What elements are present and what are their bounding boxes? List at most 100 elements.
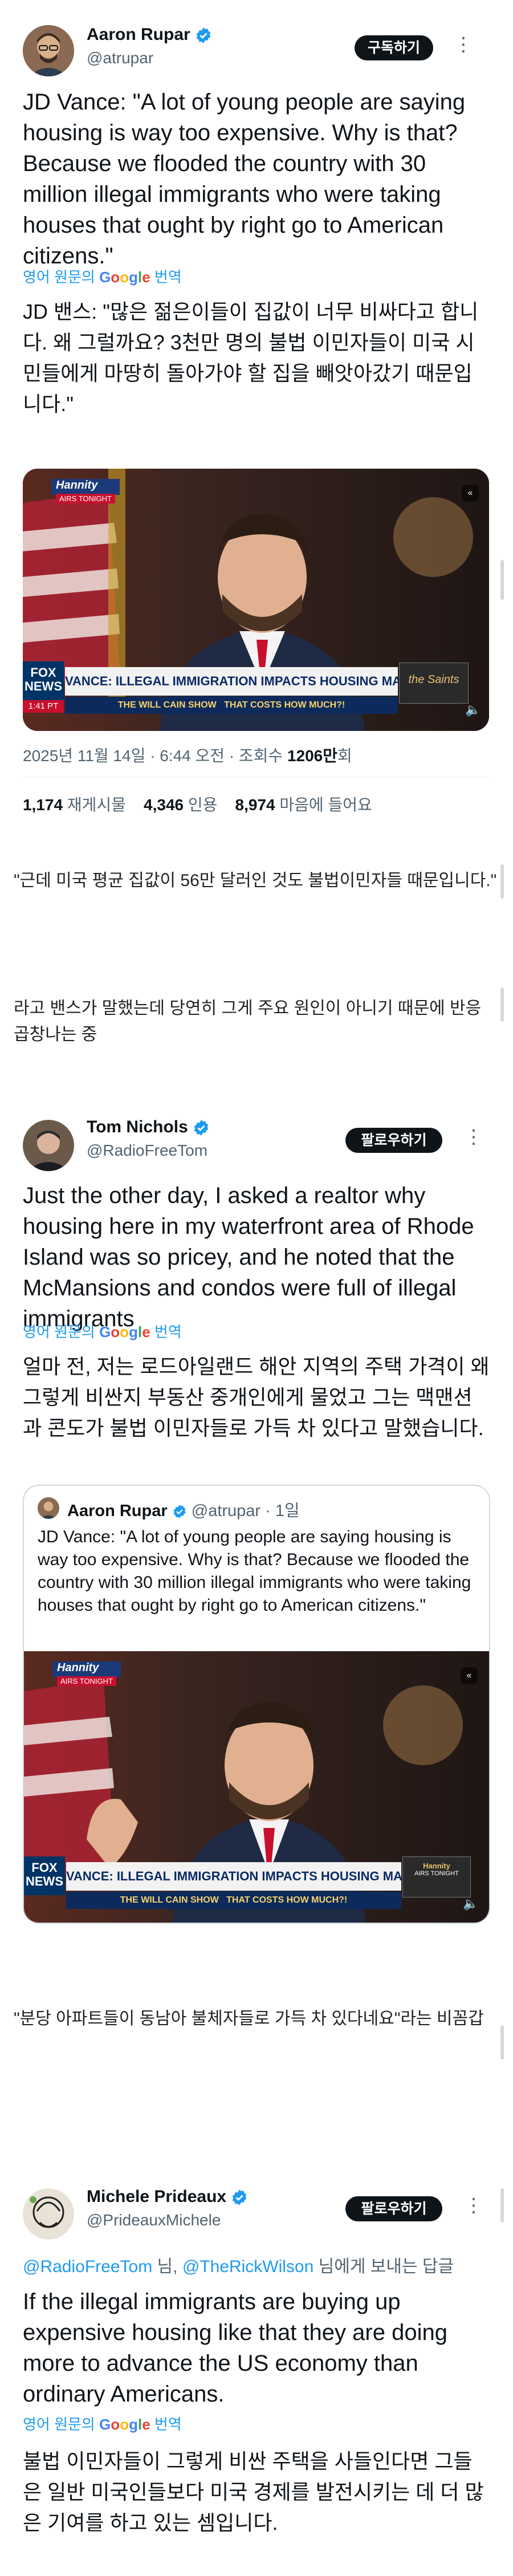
- airs-tonight: AIRS TONIGHT: [57, 1676, 116, 1686]
- video-player[interactable]: Hannity AIRS TONIGHT FOX NEWS 1:41 PT VA…: [23, 469, 489, 731]
- avatar-tom-nichols[interactable]: [23, 1120, 74, 1171]
- translate-prefix: 영어 원문의: [23, 1323, 95, 1340]
- view-suffix: 회: [337, 747, 352, 765]
- google-logo: Google: [99, 269, 150, 286]
- translate-suffix: 번역: [154, 2416, 182, 2433]
- like-label: 마음에 들어요: [279, 796, 372, 814]
- author-name-text[interactable]: Tom Nichols: [87, 1118, 188, 1136]
- author-handle[interactable]: @atrupar: [87, 49, 153, 67]
- fox-news-logo: FOX NEWS: [24, 1856, 65, 1895]
- verified-badge-icon: [194, 1120, 209, 1136]
- translated-text: 불법 이민자들이 그렇게 비싼 주택을 사들인다면 그들은 일반 미국인들보다 …: [23, 2449, 484, 2534]
- promo-show-text: Hannity: [423, 1862, 450, 1870]
- avatar-image: [23, 2188, 74, 2240]
- quote-label: 인용: [188, 796, 218, 814]
- translate-link[interactable]: 영어 원문의 Google 번역: [23, 266, 182, 287]
- more-options-icon[interactable]: ⋮: [464, 2194, 484, 2217]
- scrollbar-thumb[interactable]: [500, 2188, 504, 2222]
- tweet-text: If the illegal immigrants are buying up …: [23, 2289, 447, 2407]
- avatar-image: [38, 1497, 59, 1519]
- airs-tonight: AIRS TONIGHT: [56, 494, 115, 503]
- tweet-text: JD Vance: "A lot of young people are say…: [23, 90, 466, 269]
- translate-prefix: 영어 원문의: [23, 2416, 95, 2433]
- author-name[interactable]: Tom Nichols: [87, 1118, 210, 1137]
- author-name[interactable]: Michele Prideaux: [87, 2187, 248, 2207]
- scrollbar-thumb[interactable]: [500, 864, 504, 899]
- timestamp-text: 2025년 11월 14일 · 6:44 오전 · 조회수: [23, 747, 283, 765]
- google-logo: Google: [99, 2416, 150, 2433]
- mute-icon[interactable]: 🔈: [463, 1896, 478, 1911]
- promo-text: the Saints: [408, 673, 459, 686]
- chyron-ticker: THE WILL CAIN SHOW THAT COSTS HOW MUCH?!: [65, 697, 398, 714]
- mention-link[interactable]: @TheRickWilson: [182, 2257, 314, 2276]
- verified-badge-icon: [233, 2189, 247, 2205]
- comment-2: 라고 밴스가 말했는데 당연히 그게 주요 원인이 아니기 때문에 반응 곱창나…: [14, 999, 482, 1044]
- reply-context: @RadioFreeTom 님, @TheRickWilson 님에게 보내는 …: [23, 2252, 502, 2277]
- retweet-count: 1,174: [23, 796, 63, 814]
- promo-box: the Saints: [399, 663, 469, 704]
- follow-button[interactable]: 팔로우하기: [345, 1128, 442, 1153]
- show-name: Hannity: [56, 479, 98, 491]
- quoted-author-name: Aaron Rupar: [67, 1502, 168, 1520]
- chyron-ticker: THE WILL CAIN SHOW THAT COSTS HOW MUCH?!: [66, 1892, 401, 1909]
- quoted-text: JD Vance: "A lot of young people are say…: [38, 1527, 471, 1615]
- translate-link[interactable]: 영어 원문의 Google 번역: [23, 1320, 182, 1342]
- like-stat[interactable]: 8,974 마음에 들어요: [235, 796, 372, 814]
- follow-button[interactable]: 팔로우하기: [345, 2196, 442, 2221]
- verified-badge-icon: [173, 1505, 186, 1519]
- like-count: 8,974: [235, 796, 275, 814]
- retweet-label: 재게시물: [67, 796, 126, 814]
- reply-mid: 님,: [152, 2257, 182, 2276]
- more-options-icon[interactable]: ⋮: [464, 1126, 484, 1148]
- retweet-stat[interactable]: 1,174 재게시물: [23, 796, 126, 814]
- promo-airs-text: AIRS TONIGHT: [414, 1870, 459, 1877]
- avatar-michele-prideaux[interactable]: [23, 2188, 74, 2240]
- quoted-video[interactable]: Hannity AIRS TONIGHT FOX NEWS VANCE: ILL…: [24, 1651, 489, 1923]
- author-handle[interactable]: @RadioFreeTom: [87, 1141, 207, 1160]
- scrollbar-thumb[interactable]: [500, 2025, 504, 2059]
- google-logo: Google: [99, 1323, 150, 1340]
- scrollbar-thumb[interactable]: [500, 560, 504, 600]
- view-count: 1206만: [287, 747, 338, 765]
- translate-suffix: 번역: [154, 1323, 182, 1340]
- clock-time: 1:41 PT: [23, 700, 64, 713]
- translated-text: JD 밴스: "많은 젊은이들이 집값이 너무 비싸다고 합니다. 왜 그럴까요…: [23, 300, 479, 416]
- expand-icon[interactable]: «: [461, 1667, 478, 1684]
- quoted-tweet[interactable]: Aaron Rupar @atrupar · 1일 JD Vance: "A l…: [23, 1485, 490, 1924]
- comment-3: "분당 아파트들이 동남아 불체자들로 가득 차 있다네요"라는 비꼼갑: [14, 2009, 484, 2028]
- translate-prefix: 영어 원문의: [23, 269, 95, 286]
- avatar-image: [23, 1120, 74, 1171]
- translated-text: 얼마 전, 저는 로드아일랜드 해안 지역의 주택 가격이 왜 그렇게 비싼지 …: [23, 1355, 490, 1440]
- author-handle[interactable]: @PrideauxMichele: [87, 2211, 221, 2229]
- author-name[interactable]: Aaron Rupar: [87, 25, 212, 44]
- quoted-author: Aaron Rupar @atrupar · 1일: [67, 1497, 300, 1521]
- comment-1: "근데 미국 평균 집값이 56만 달러인 것도 불법이민자들 때문입니다.": [14, 871, 497, 890]
- author-name-text[interactable]: Michele Prideaux: [87, 2187, 226, 2206]
- fox-news-logo: FOX NEWS: [23, 661, 64, 700]
- scrollbar-thumb[interactable]: [500, 988, 504, 1022]
- promo-box: Hannity AIRS TONIGHT: [402, 1856, 471, 1898]
- avatar-image: [23, 25, 74, 76]
- fox-news-logo-text: FOX NEWS: [26, 1860, 63, 1888]
- quoted-author-handle: @atrupar · 1일: [191, 1502, 300, 1520]
- mute-icon[interactable]: 🔈: [465, 702, 481, 717]
- quoted-avatar: [38, 1497, 59, 1519]
- show-name: Hannity: [57, 1661, 99, 1674]
- subscribe-button[interactable]: 구독하기: [355, 35, 433, 60]
- timestamp[interactable]: 2025년 11월 14일 · 6:44 오전 · 조회수 1206만회: [23, 743, 352, 766]
- verified-badge-icon: [196, 27, 211, 43]
- chyron-headline: VANCE: ILLEGAL IMMIGRATION IMPACTS HOUSI…: [66, 1862, 401, 1891]
- chyron-headline: VANCE: ILLEGAL IMMIGRATION IMPACTS HOUSI…: [65, 667, 398, 696]
- more-options-icon[interactable]: ⋮: [454, 33, 474, 56]
- avatar-aaron-rupar[interactable]: [23, 25, 74, 76]
- mention-link[interactable]: @RadioFreeTom: [23, 2257, 152, 2276]
- translate-link[interactable]: 영어 원문의 Google 번역: [23, 2413, 182, 2434]
- reply-end: 님에게 보내는 답글: [314, 2257, 454, 2276]
- tweet-text: Just the other day, I asked a realtor wh…: [23, 1183, 474, 1331]
- quote-count: 4,346: [144, 796, 184, 814]
- engagement-stats: 1,174 재게시물 4,346 인용 8,974 마음에 들어요: [23, 793, 372, 815]
- author-name-text[interactable]: Aaron Rupar: [87, 25, 190, 44]
- expand-icon[interactable]: «: [462, 485, 479, 502]
- quote-stat[interactable]: 4,346 인용: [144, 796, 217, 814]
- translate-suffix: 번역: [154, 269, 182, 286]
